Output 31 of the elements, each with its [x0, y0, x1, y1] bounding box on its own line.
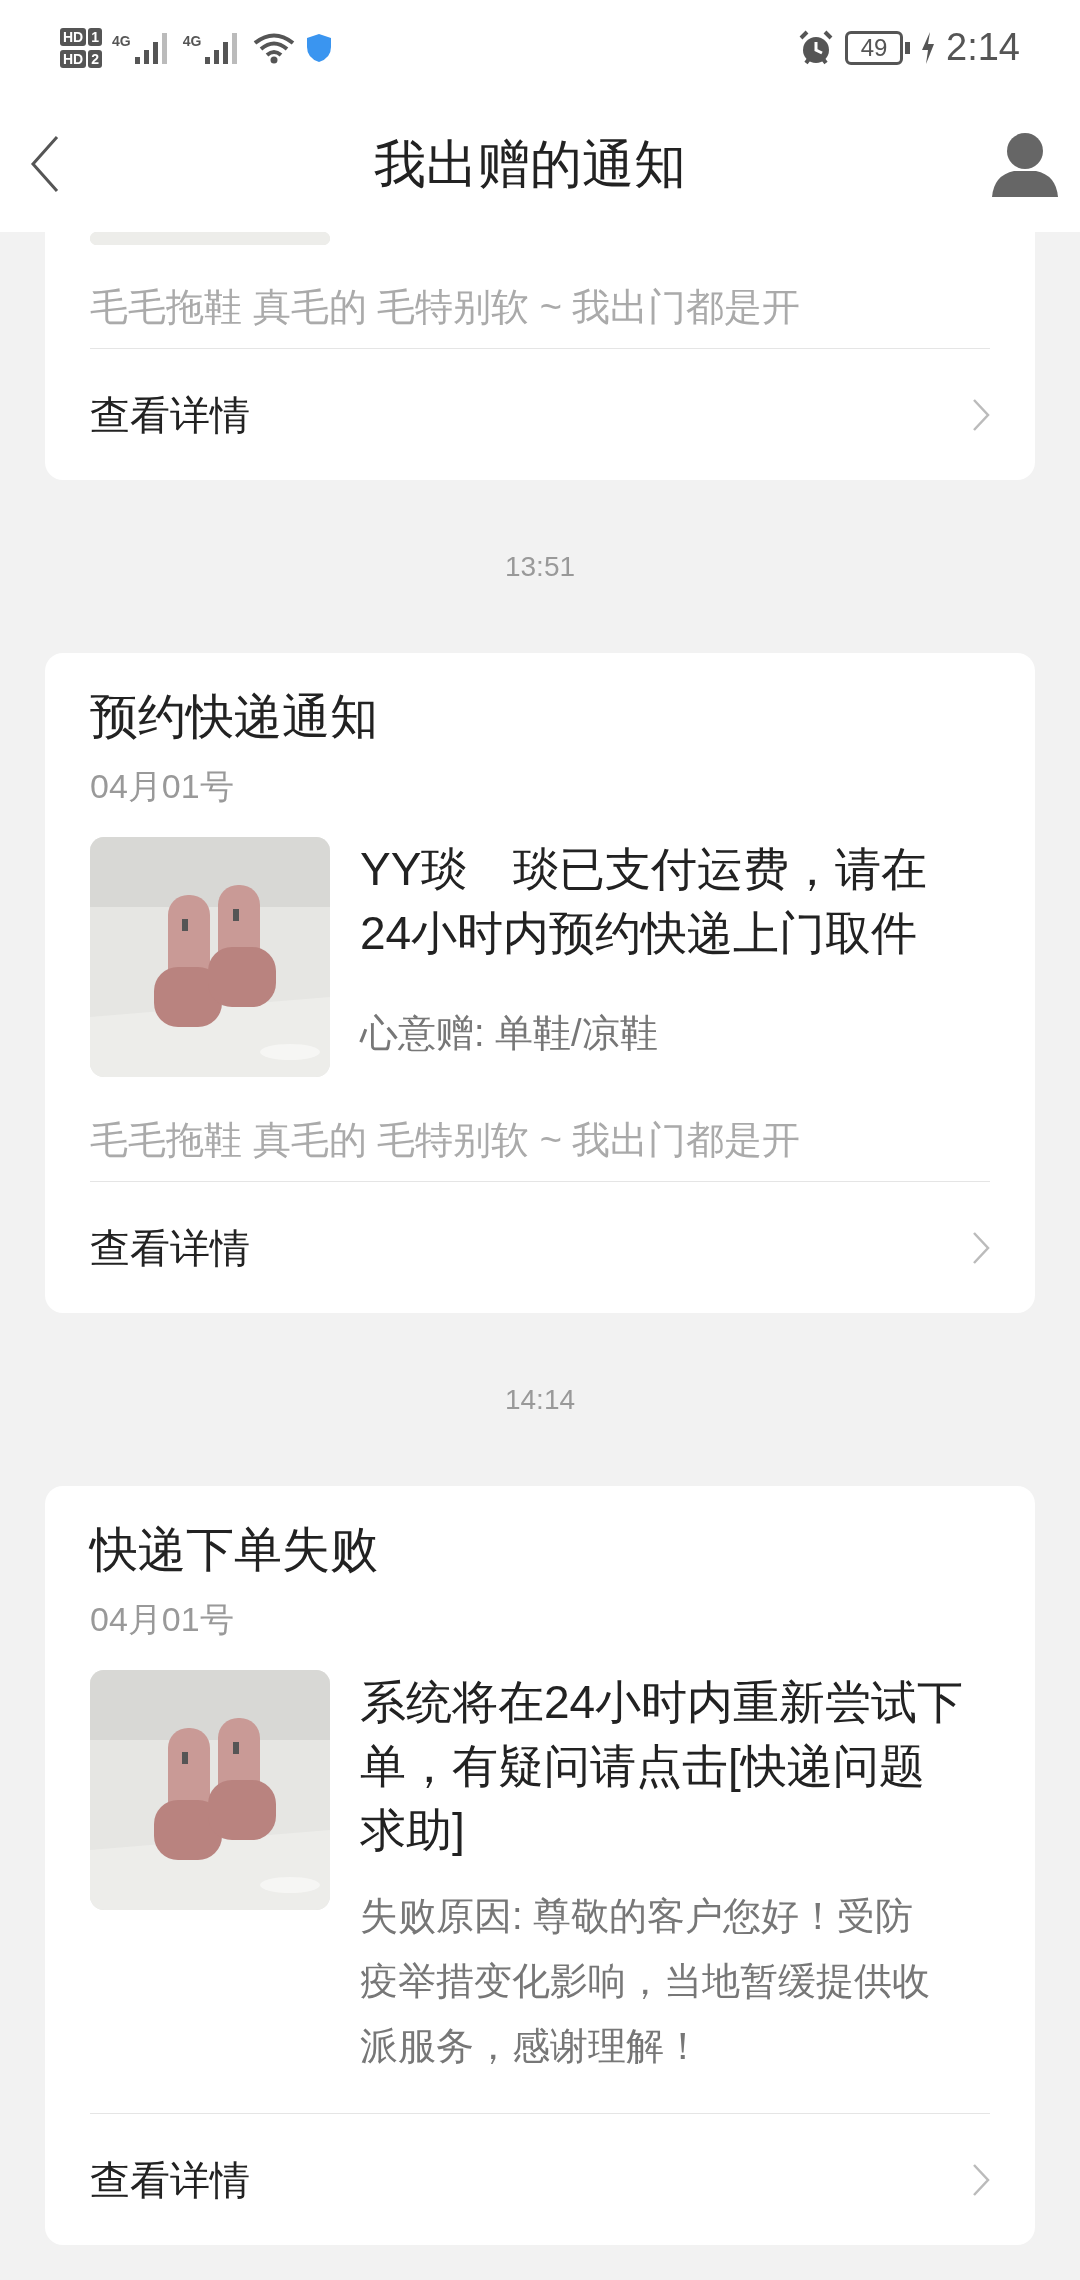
notification-date: 04月01号: [90, 1599, 235, 1640]
notification-message: 系统将在24小时内重新尝试下单，有疑问请点击[快递问题求助]: [360, 1675, 965, 1858]
view-details-button[interactable]: 查看详情: [90, 1181, 990, 1313]
page-title: 我出赠的通知: [374, 133, 686, 195]
wifi-icon: [253, 31, 296, 64]
notification-title: 预约快递通知: [90, 689, 379, 745]
battery-terminal-icon: [905, 41, 911, 54]
view-details-button[interactable]: 查看详情: [90, 2113, 990, 2245]
item-description: 毛毛拖鞋 真毛的 毛特别软 ~ 我出门都是开: [90, 1118, 802, 1163]
clock-time: 2:14: [946, 25, 1020, 70]
timestamp: 13:51: [503, 549, 577, 584]
chevron-right-icon: [972, 397, 990, 432]
notification-message: YY琰 琰已支付运费，请在24小时内预约快递上门取件: [360, 842, 929, 961]
notification-title: 快递下单失败: [90, 1522, 379, 1578]
item-description: 毛毛拖鞋 真毛的 毛特别软 ~ 我出门都是开: [90, 285, 802, 330]
hd-badge: HD: [60, 49, 87, 68]
charging-bolt-icon: [920, 30, 937, 65]
hd-badge: HD: [60, 27, 87, 46]
network-type-label: 4G: [182, 31, 202, 51]
chevron-right-icon: [972, 2162, 990, 2197]
chevron-right-icon: [972, 1230, 990, 1265]
notification-date: 04月01号: [90, 766, 235, 807]
shield-icon: [305, 31, 334, 64]
battery-percentage: 49: [860, 33, 888, 62]
notification-note: 失败原因: 尊敬的客户您好！受防疫举措变化影响，当地暂缓提供收派服务，感谢理解！: [360, 1894, 931, 2069]
view-details-button[interactable]: 查看详情: [90, 348, 990, 480]
timestamp: 14:14: [503, 1382, 577, 1417]
network-type-label: 4G: [112, 31, 131, 51]
sim-slot-badge: 2: [88, 49, 103, 68]
sim-slot-badge: 1: [88, 27, 103, 46]
notification-note: 心意赠: 单鞋/凉鞋: [360, 1011, 659, 1056]
